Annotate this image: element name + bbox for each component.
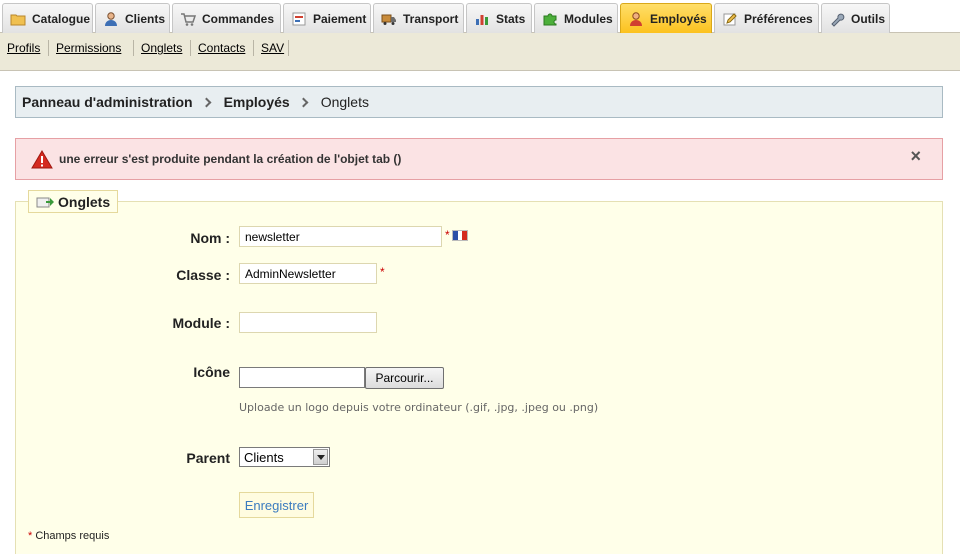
payment-icon bbox=[292, 12, 306, 25]
subnav-contacts[interactable]: Contacts bbox=[198, 41, 245, 55]
puzzle-icon bbox=[543, 13, 557, 25]
required-mark: * bbox=[445, 228, 450, 242]
subnav-separator bbox=[288, 40, 289, 56]
subnav-permissions[interactable]: Permissions bbox=[56, 41, 121, 55]
required-footnote: * Champs requis bbox=[28, 530, 109, 542]
subnav-separator bbox=[190, 40, 191, 56]
icone-label: Icône bbox=[193, 364, 230, 380]
sub-navigation: Profils Permissions Onglets Contacts SAV bbox=[0, 33, 960, 71]
parent-label: Parent bbox=[186, 450, 230, 466]
chevron-right-icon bbox=[201, 97, 212, 107]
subnav-sav[interactable]: SAV bbox=[261, 41, 284, 55]
folder-icon bbox=[10, 14, 26, 25]
french-flag-icon[interactable] bbox=[452, 230, 468, 241]
module-label: Module : bbox=[172, 315, 230, 331]
icone-file-input[interactable] bbox=[239, 367, 365, 388]
breadcrumb-section[interactable]: Employés bbox=[224, 94, 290, 110]
subnav-profils[interactable]: Profils bbox=[7, 41, 40, 55]
warning-icon bbox=[31, 149, 53, 168]
cart-icon bbox=[181, 12, 196, 26]
nom-label: Nom : bbox=[190, 230, 230, 246]
subnav-onglets[interactable]: Onglets bbox=[141, 41, 182, 55]
tab-outils[interactable]: Outils bbox=[821, 3, 890, 33]
module-input[interactable] bbox=[239, 312, 377, 333]
classe-label: Classe : bbox=[176, 267, 230, 283]
employee-icon bbox=[630, 11, 642, 26]
user-icon bbox=[105, 11, 117, 26]
tab-transport[interactable]: Transport bbox=[373, 3, 464, 33]
error-message: une erreur s'est produite pendant la cré… bbox=[15, 138, 943, 180]
required-footnote-text: Champs requis bbox=[35, 530, 110, 542]
wrench-icon bbox=[831, 13, 845, 27]
subnav-separator bbox=[48, 40, 49, 56]
tab-stats[interactable]: Stats bbox=[466, 3, 532, 33]
icone-hint: Uploade un logo depuis votre ordinateur … bbox=[239, 401, 599, 414]
breadcrumb-root[interactable]: Panneau d'administration bbox=[22, 94, 193, 110]
required-mark: * bbox=[380, 265, 385, 279]
pencil-icon bbox=[723, 12, 737, 25]
parent-selected-value: Clients bbox=[244, 449, 284, 465]
required-mark: * bbox=[28, 530, 33, 542]
breadcrumb-current: Onglets bbox=[320, 94, 369, 110]
subnav-separator bbox=[133, 40, 134, 56]
form-legend: Onglets bbox=[28, 190, 119, 213]
nom-input[interactable] bbox=[239, 226, 442, 247]
tab-paiement[interactable]: Paiement bbox=[283, 3, 371, 33]
error-text: une erreur s'est produite pendant la cré… bbox=[59, 152, 402, 166]
tab-employes[interactable]: Employés bbox=[620, 3, 712, 33]
tab-commandes[interactable]: Commandes bbox=[172, 3, 281, 33]
tab-modules[interactable]: Modules bbox=[534, 3, 618, 33]
parent-select[interactable]: Clients bbox=[239, 447, 330, 467]
tab-preferences[interactable]: Préférences bbox=[714, 3, 819, 33]
chevron-right-icon bbox=[298, 97, 309, 107]
close-icon[interactable]: × bbox=[910, 147, 921, 165]
tab-clients[interactable]: Clients bbox=[95, 3, 170, 33]
chart-icon bbox=[476, 14, 488, 25]
subnav-separator bbox=[253, 40, 254, 56]
main-tabs: Catalogue Clients Commandes Paiement Tra… bbox=[0, 0, 960, 33]
breadcrumb: Panneau d'administration Employés Onglet… bbox=[15, 86, 943, 118]
classe-input[interactable] bbox=[239, 263, 377, 284]
chevron-down-icon[interactable] bbox=[313, 449, 328, 465]
truck-icon bbox=[381, 14, 396, 25]
tab-catalogue[interactable]: Catalogue bbox=[2, 3, 93, 33]
browse-button[interactable]: Parcourir... bbox=[365, 367, 444, 389]
save-button[interactable]: Enregistrer bbox=[239, 492, 314, 518]
tab-add-icon bbox=[36, 197, 54, 207]
